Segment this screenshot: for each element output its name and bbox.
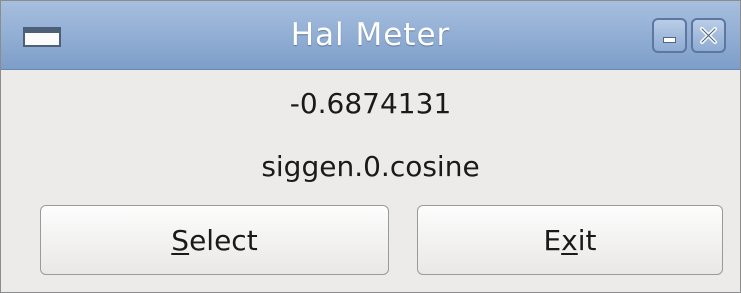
select-label-rest: elect	[189, 223, 258, 257]
exit-button-label: Exit	[543, 224, 596, 257]
meter-value: -0.6874131	[289, 87, 452, 120]
exit-label-end: it	[577, 223, 597, 257]
select-button-label: Select	[171, 224, 257, 257]
select-mnemonic: S	[171, 223, 190, 257]
exit-mnemonic: x	[561, 223, 578, 257]
close-icon	[700, 27, 717, 44]
hal-meter-window: Hal Meter -0.6874131 siggen.0.cosine Sel…	[0, 0, 741, 293]
select-button[interactable]: Select	[40, 205, 389, 275]
minimize-button[interactable]	[652, 18, 687, 53]
exit-button[interactable]: Exit	[417, 205, 723, 275]
exit-label-start: E	[543, 223, 562, 257]
window-title: Hal Meter	[290, 17, 451, 53]
title-bar[interactable]: Hal Meter	[1, 1, 740, 70]
signal-name: siggen.0.cosine	[261, 150, 480, 183]
close-button[interactable]	[691, 18, 726, 53]
